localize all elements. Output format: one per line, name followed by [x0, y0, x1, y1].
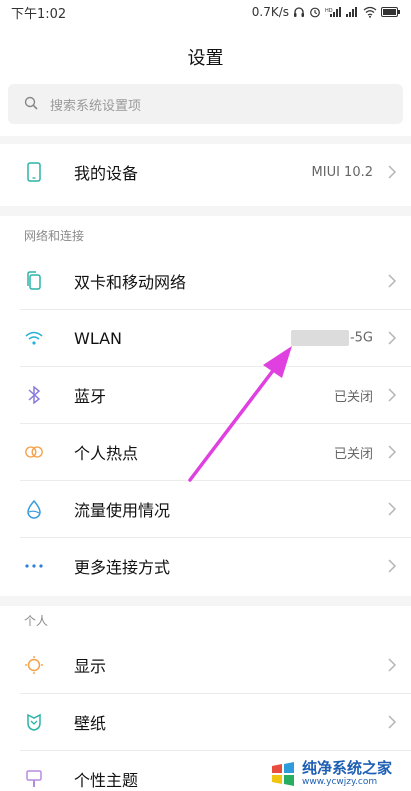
- chevron-right-icon: [388, 559, 397, 573]
- theme-icon: [24, 769, 44, 789]
- svg-text:HD: HD: [325, 8, 333, 14]
- wlan-value: -5G: [290, 330, 373, 346]
- section-gap: [0, 136, 411, 144]
- headphone-icon: [293, 6, 305, 18]
- status-icons: 0.7K/s HD: [252, 5, 401, 19]
- bluetooth-icon: [24, 385, 44, 405]
- chevron-right-icon: [388, 502, 397, 516]
- display-item[interactable]: 显示: [0, 637, 411, 693]
- chevron-right-icon: [388, 274, 397, 288]
- wallpaper-label: 壁纸: [74, 714, 107, 733]
- theme-label: 个性主题: [74, 771, 139, 790]
- sim-icon: [24, 271, 44, 291]
- dual-sim-label: 双卡和移动网络: [74, 273, 187, 292]
- signal-icon: [345, 6, 359, 18]
- wlan-item[interactable]: WLAN -5G: [0, 310, 411, 366]
- display-icon: [24, 655, 44, 675]
- chevron-right-icon: [388, 331, 397, 345]
- status-bar: 下午1:02 0.7K/s HD: [0, 0, 411, 24]
- wifi-icon: [24, 328, 44, 348]
- wallpaper-icon: [24, 712, 44, 732]
- status-time: 下午1:02: [11, 6, 67, 22]
- chevron-right-icon: [388, 445, 397, 459]
- hotspot-value: 已关闭: [333, 446, 373, 462]
- watermark-text: 纯净系统之家 www.ycwjzy.com: [302, 758, 393, 787]
- wallpaper-item[interactable]: 壁纸: [0, 694, 411, 750]
- network-speed: 0.7K/s: [251, 5, 289, 19]
- watermark: 纯净系统之家 www.ycwjzy.com: [270, 756, 411, 791]
- blurred-ssid: [290, 330, 349, 346]
- chevron-right-icon: [388, 715, 397, 729]
- wlan-label: WLAN: [74, 328, 123, 348]
- watermark-main: 纯净系统之家: [302, 758, 393, 777]
- data-usage-icon: [24, 499, 44, 519]
- battery-icon: [381, 6, 401, 18]
- data-usage-label: 流量使用情况: [74, 501, 171, 520]
- alarm-icon: [309, 6, 321, 18]
- my-device-label: 我的设备: [74, 164, 139, 183]
- watermark-url: www.ycwjzy.com: [302, 776, 378, 787]
- bluetooth-item[interactable]: 蓝牙 已关闭: [0, 367, 411, 423]
- display-label: 显示: [74, 657, 107, 676]
- hotspot-item[interactable]: 个人热点 已关闭: [0, 424, 411, 480]
- wlan-ssid-suffix: -5G: [349, 330, 373, 346]
- section-header-network: 网络和连接: [24, 229, 85, 243]
- search-placeholder: 搜索系统设置项: [50, 98, 142, 114]
- signal-hd-icon: HD: [325, 6, 341, 18]
- bluetooth-label: 蓝牙: [74, 387, 107, 406]
- hotspot-label: 个人热点: [74, 444, 139, 463]
- dual-sim-item[interactable]: 双卡和移动网络: [0, 253, 411, 309]
- section-gap: [0, 596, 411, 606]
- more-icon: [24, 556, 44, 576]
- bluetooth-value: 已关闭: [333, 389, 373, 405]
- section-header-personal: 个人: [24, 614, 49, 628]
- my-device-item[interactable]: 我的设备 MIUI 10.2: [0, 144, 411, 200]
- chevron-right-icon: [388, 658, 397, 672]
- phone-icon: [24, 162, 44, 182]
- wifi-status-icon: [363, 6, 377, 18]
- my-device-value: MIUI 10.2: [311, 164, 373, 180]
- hotspot-icon: [24, 442, 44, 462]
- search-icon: [24, 95, 38, 114]
- section-gap: [0, 206, 411, 216]
- more-connections-label: 更多连接方式: [74, 558, 171, 577]
- more-connections-item[interactable]: 更多连接方式: [0, 538, 411, 594]
- watermark-logo-icon: [272, 761, 294, 786]
- data-usage-item[interactable]: 流量使用情况: [0, 481, 411, 537]
- page-title: 设置: [187, 48, 224, 69]
- chevron-right-icon: [388, 388, 397, 402]
- search-input[interactable]: 搜索系统设置项: [8, 84, 403, 124]
- chevron-right-icon: [388, 165, 397, 179]
